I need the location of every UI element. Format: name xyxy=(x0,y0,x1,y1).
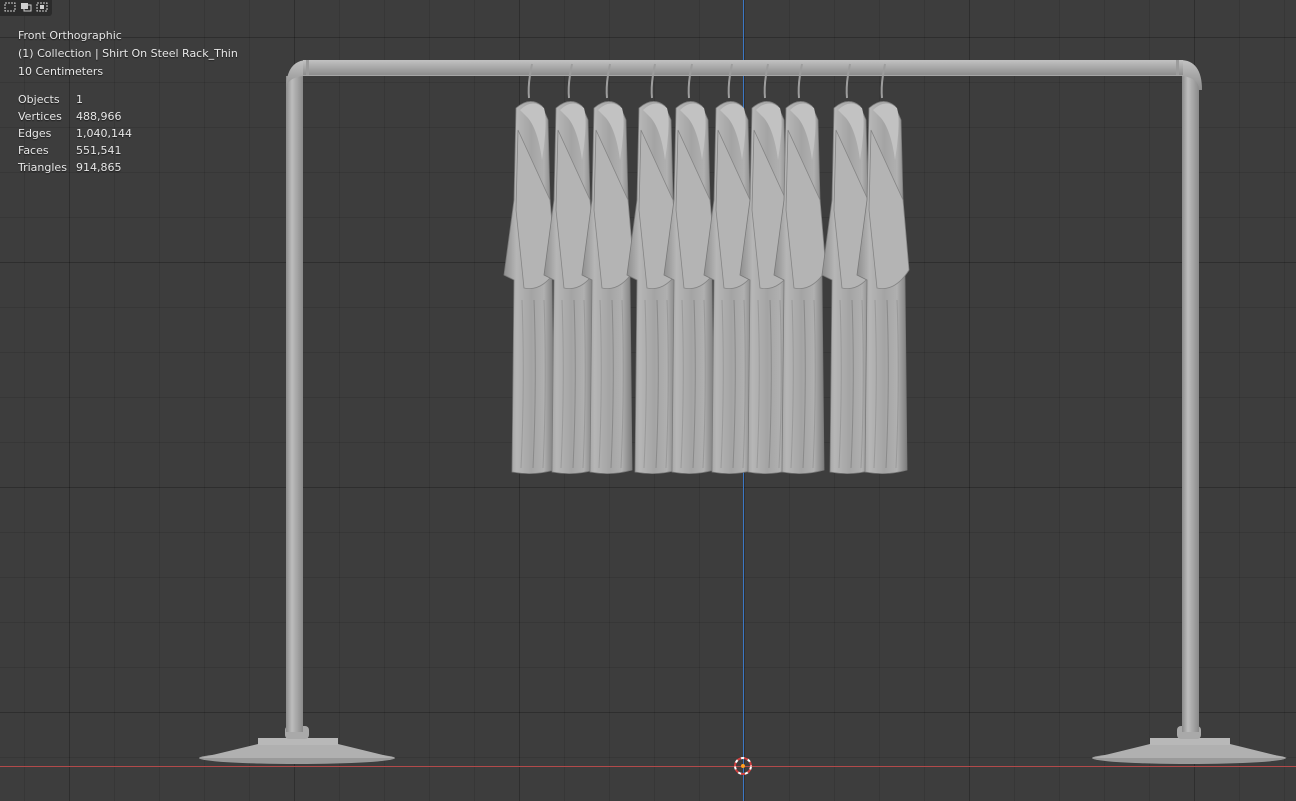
stat-value: 1 xyxy=(76,93,83,106)
rack-upright-right xyxy=(1182,76,1199,732)
stat-value: 551,541 xyxy=(76,144,122,157)
stat-label: Vertices xyxy=(18,110,62,123)
scene-statistics: Objects 1 Vertices 488,966 Edges 1,040,1… xyxy=(18,91,238,176)
rack-top-bar xyxy=(286,60,1202,90)
collection-name: (1) Collection | Shirt On Steel Rack_Thi… xyxy=(18,47,238,60)
shirts-group xyxy=(503,63,910,474)
stat-row: Vertices 488,966 xyxy=(18,108,238,125)
stat-label: Objects xyxy=(18,93,60,106)
viewport-info-overlay: Front Orthographic (1) Collection | Shir… xyxy=(18,27,238,176)
grid-scale: 10 Centimeters xyxy=(18,65,104,78)
3d-viewport[interactable]: Front Orthographic (1) Collection | Shir… xyxy=(0,0,1296,801)
stat-row: Objects 1 xyxy=(18,91,238,108)
stat-row: Triangles 914,865 xyxy=(18,159,238,176)
view-name: Front Orthographic xyxy=(18,29,122,42)
rack-upright-left xyxy=(286,76,303,732)
stat-row: Faces 551,541 xyxy=(18,142,238,159)
stat-value: 488,966 xyxy=(76,110,122,123)
stat-label: Edges xyxy=(18,127,52,140)
stat-row: Edges 1,040,144 xyxy=(18,125,238,142)
stat-value: 1,040,144 xyxy=(76,127,132,140)
stat-value: 914,865 xyxy=(76,161,122,174)
3d-cursor-icon xyxy=(734,757,752,775)
stat-label: Faces xyxy=(18,144,49,157)
stat-label: Triangles xyxy=(18,161,67,174)
